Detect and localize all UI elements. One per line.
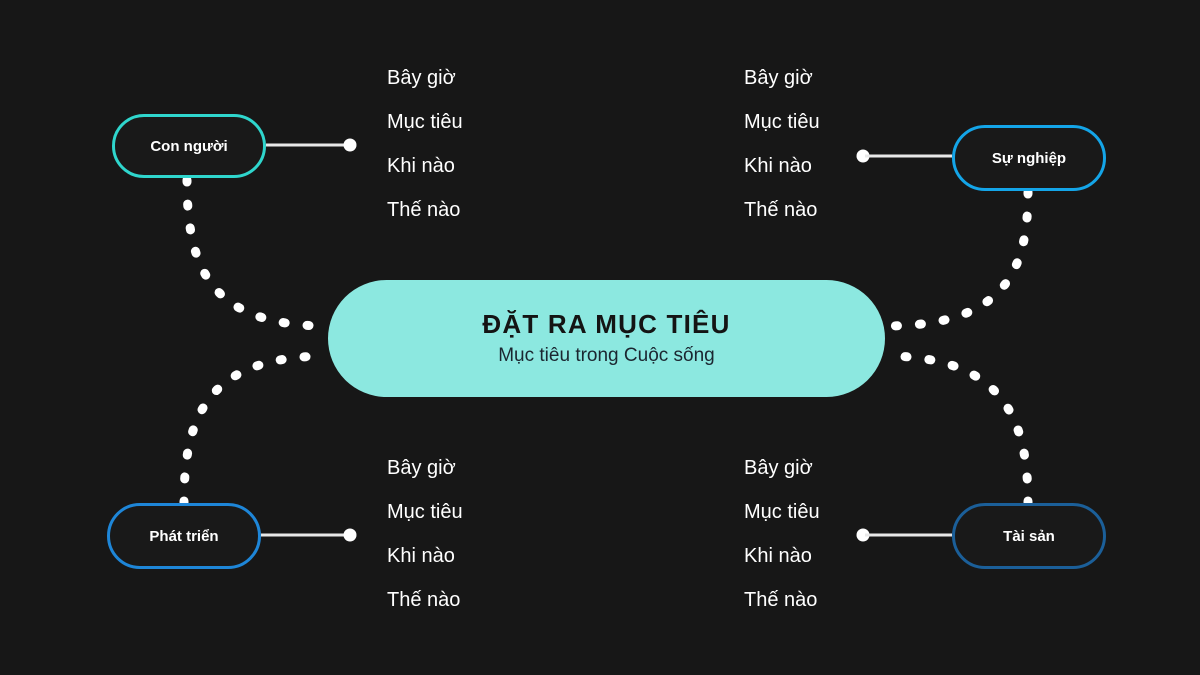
list-item: Bây giờ xyxy=(744,67,813,89)
dashed-curve-su-nghiep xyxy=(880,187,1033,331)
list-item: Mục tiêu xyxy=(387,501,463,523)
keyword-list-top-left: Bây giờ Mục tiêu Khi nào Thế nào xyxy=(387,68,463,220)
list-item: Khi nào xyxy=(744,545,812,567)
list-item: Thế nào xyxy=(744,199,818,221)
central-node[interactable]: ĐẶT RA MỤC TIÊU Mục tiêu trong Cuộc sống xyxy=(328,280,885,397)
branch-node-tai-san[interactable]: Tài sản xyxy=(952,503,1106,569)
branch-label-con-nguoi: Con người xyxy=(150,137,228,155)
keyword-list-top-right: Bây giờ Mục tiêu Khi nào Thế nào xyxy=(744,68,820,220)
dashed-curve-con-nguoi xyxy=(182,175,333,331)
mindmap-canvas: ĐẶT RA MỤC TIÊU Mục tiêu trong Cuộc sống… xyxy=(0,0,1200,675)
stub-dot-bottom-left xyxy=(343,528,357,542)
stub-dot-top-left xyxy=(343,138,357,152)
list-item: Mục tiêu xyxy=(387,111,463,133)
central-node-title: ĐẶT RA MỤC TIÊU xyxy=(482,308,731,339)
branch-label-phat-trien: Phát triển xyxy=(149,527,219,545)
list-item: Thế nào xyxy=(744,589,818,611)
list-item: Khi nào xyxy=(744,155,812,177)
keyword-list-bottom-right: Bây giờ Mục tiêu Khi nào Thế nào xyxy=(744,458,820,610)
list-item: Thế nào xyxy=(387,199,461,221)
branch-label-tai-san: Tài sản xyxy=(1003,527,1055,545)
stub-dot-top-right xyxy=(856,149,870,163)
list-item: Bây giờ xyxy=(744,457,813,479)
list-item: Mục tiêu xyxy=(744,501,820,523)
list-item: Bây giờ xyxy=(387,457,456,479)
list-item: Mục tiêu xyxy=(744,111,820,133)
keyword-list-bottom-left: Bây giờ Mục tiêu Khi nào Thế nào xyxy=(387,458,463,610)
dashed-curve-phat-trien xyxy=(179,351,333,508)
list-item: Thế nào xyxy=(387,589,461,611)
branch-node-con-nguoi[interactable]: Con người xyxy=(112,114,266,178)
dashed-curve-tai-san xyxy=(880,351,1033,508)
stub-dot-bottom-right xyxy=(856,528,870,542)
branch-node-su-nghiep[interactable]: Sự nghiệp xyxy=(952,125,1106,191)
list-item: Khi nào xyxy=(387,545,455,567)
list-item: Khi nào xyxy=(387,155,455,177)
central-node-subtitle: Mục tiêu trong Cuộc sống xyxy=(498,345,715,367)
list-item: Bây giờ xyxy=(387,67,456,89)
branch-node-phat-trien[interactable]: Phát triển xyxy=(107,503,261,569)
branch-label-su-nghiep: Sự nghiệp xyxy=(991,149,1067,167)
